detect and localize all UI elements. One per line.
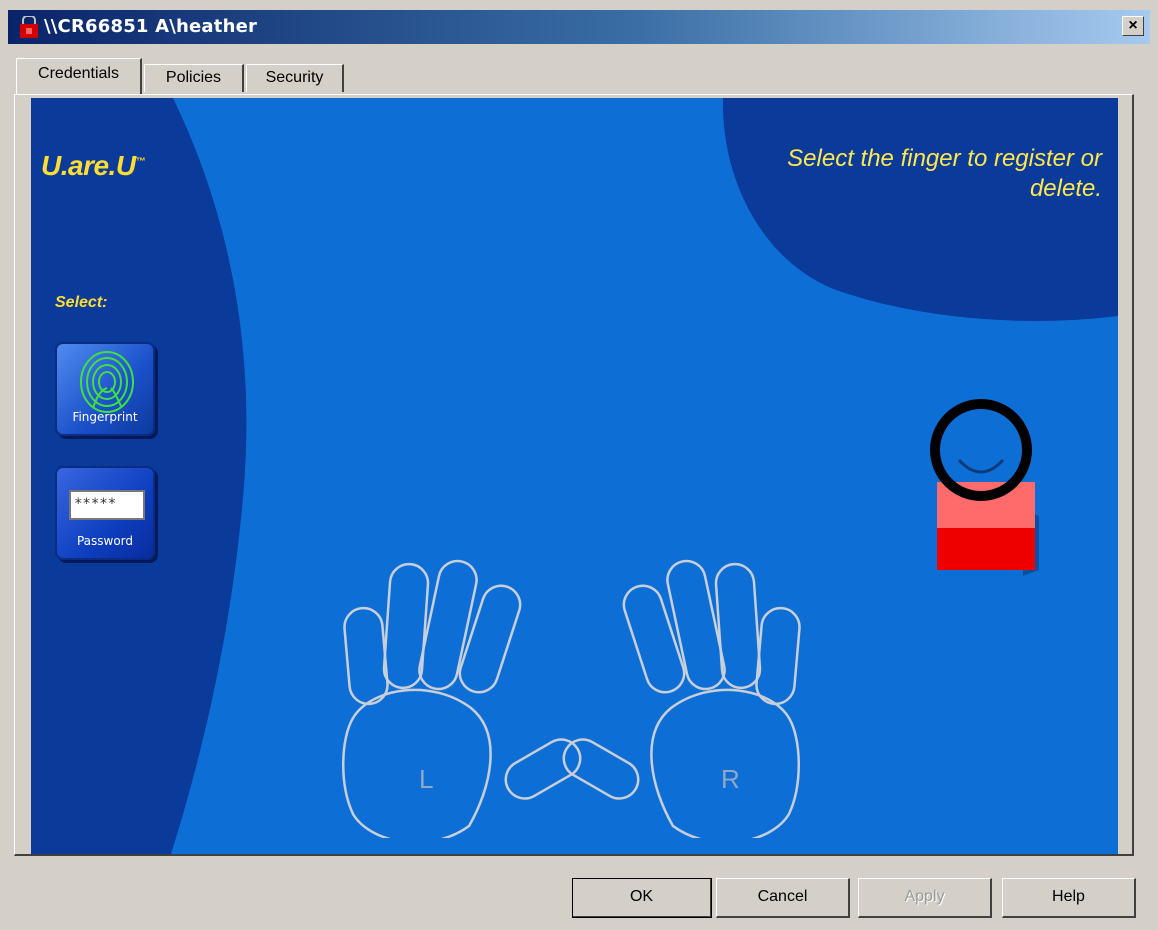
right-ring[interactable]: [714, 562, 762, 690]
fingerprint-button[interactable]: Fingerprint: [55, 342, 155, 436]
password-button[interactable]: ***** Password: [55, 466, 155, 560]
lock-icon: [20, 16, 38, 38]
credentials-panel: U.are.U™ Select the finger to register o…: [14, 94, 1134, 856]
right-pinky[interactable]: [755, 606, 801, 706]
password-field-icon: *****: [69, 490, 145, 520]
uareu-logo: U.are.U™: [41, 150, 146, 181]
user-figure-icon: [930, 399, 1039, 576]
instruction-text: Select the finger to register or delete.: [787, 145, 1102, 202]
left-palm: [342, 688, 492, 838]
ok-button[interactable]: OK: [572, 878, 712, 918]
tab-policies[interactable]: Policies: [144, 64, 244, 92]
close-button[interactable]: ×: [1122, 16, 1144, 36]
tab-security[interactable]: Security: [246, 64, 344, 92]
select-label: Select:: [55, 294, 108, 311]
window-title: \\CR66851 A\heather: [44, 16, 258, 37]
enrollment-canvas: U.are.U™ Select the finger to register o…: [31, 98, 1118, 854]
left-thumb[interactable]: [499, 733, 587, 806]
title-bar: \\CR66851 A\heather ×: [8, 10, 1150, 44]
tab-credentials[interactable]: Credentials: [16, 58, 142, 94]
fingerprint-label: Fingerprint: [72, 410, 138, 424]
left-ring[interactable]: [382, 562, 430, 690]
apply-button[interactable]: Apply: [858, 878, 992, 918]
help-button[interactable]: Help: [1002, 878, 1136, 918]
hands-diagram: L R: [342, 559, 801, 838]
right-hand-label: R: [721, 764, 740, 794]
cancel-button[interactable]: Cancel: [716, 878, 850, 918]
right-thumb[interactable]: [557, 733, 645, 806]
left-pinky[interactable]: [343, 606, 389, 706]
left-hand-label: L: [419, 764, 433, 794]
password-label: Password: [76, 534, 134, 548]
fingerprint-icon: [80, 351, 134, 413]
